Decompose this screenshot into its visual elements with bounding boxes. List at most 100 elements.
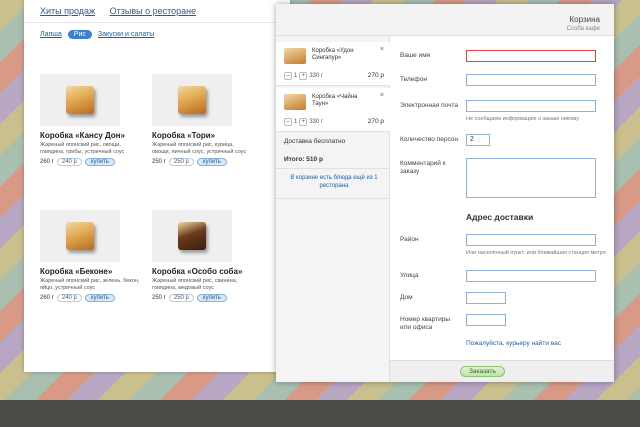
divider	[276, 198, 390, 199]
comment-textarea[interactable]	[466, 158, 596, 198]
cart-item-weight: 330 г	[309, 73, 324, 79]
comment-label: Комментарий к заказу	[400, 160, 446, 175]
order-form: Ваше имя Телефон Электронная почта Не со…	[390, 36, 614, 382]
noodle-box-icon	[284, 48, 306, 64]
quantity-stepper: – 1 + 330 г	[284, 72, 323, 80]
buy-button[interactable]: купить	[196, 294, 228, 302]
nav-link-reviews[interactable]: Отзывы о ресторане	[110, 6, 197, 16]
product-description: Жареный японский рис, овощи, говядина, г…	[40, 142, 125, 155]
product-name[interactable]: Коробка «Беконе»	[40, 267, 150, 276]
buy-row: 250 г 250 р купить	[152, 294, 262, 302]
top-nav: Хиты продаж Отзывы о ресторане	[40, 6, 208, 16]
product-image[interactable]	[40, 74, 120, 126]
filter-salads[interactable]: Закуски и салаты	[98, 31, 154, 38]
modal-title: Корзина	[569, 15, 600, 24]
product-weight: 260 г	[40, 295, 54, 301]
cart-item-name: Коробка «Чайна Таун»	[312, 94, 358, 107]
cart-item-qty: 1	[294, 73, 298, 79]
buy-button[interactable]: купить	[84, 294, 116, 302]
product-card: Коробка «Кансу Дон» Жареный японский рис…	[40, 74, 150, 166]
persons-label: Количество персон	[400, 136, 458, 143]
name-label: Ваше имя	[400, 52, 431, 59]
nav-link-hits[interactable]: Хиты продаж	[40, 6, 95, 16]
product-card: Коробка «Особо соба» Жареный японский ри…	[152, 210, 262, 302]
courier-link[interactable]: Пожалуйста, курьеру найти вас	[466, 340, 561, 347]
product-price: 240 р	[56, 294, 82, 302]
modal-subtitle: Ссоба кафе	[566, 26, 600, 32]
buy-row: 260 г 240 р купить	[40, 158, 150, 166]
delivery-info: Доставка бесплатно	[284, 138, 346, 145]
house-field[interactable]	[466, 292, 506, 304]
filter-noodles[interactable]: Лапша	[40, 31, 62, 38]
product-weight: 260 г	[40, 159, 54, 165]
product-name[interactable]: Коробка «Особо соба»	[152, 267, 262, 276]
product-price: 250 р	[168, 294, 194, 302]
product-image[interactable]	[152, 210, 232, 262]
decrease-button[interactable]: –	[284, 72, 292, 80]
phone-field[interactable]	[466, 74, 596, 86]
product-description: Жареный японский рис, курица, овощи, яич…	[152, 142, 247, 155]
product-name[interactable]: Коробка «Тори»	[152, 131, 262, 140]
cart-item-weight: 330 г	[309, 119, 324, 125]
email-label: Электронная почта	[400, 102, 459, 109]
buy-button[interactable]: купить	[196, 158, 228, 166]
street-label: Улица	[400, 272, 419, 279]
email-hint: Не сообщаем информацию о заказе никому	[466, 116, 580, 122]
product-weight: 250 г	[152, 295, 166, 301]
modal-header: Корзина Ссоба кафе	[276, 4, 614, 36]
apartment-label: Номер квартиры или офиса	[400, 316, 451, 331]
filter-rice[interactable]: Рис	[67, 30, 92, 39]
buy-row: 260 г 240 р купить	[40, 294, 150, 302]
divider	[276, 168, 390, 169]
product-description: Жареный японский рис, свинина, говядина,…	[152, 278, 238, 291]
form-footer: Заказать	[390, 360, 614, 382]
noodle-box-icon	[284, 94, 306, 110]
submit-order-button[interactable]: Заказать	[460, 366, 505, 377]
cart-item-sum: 270 р	[367, 118, 384, 125]
cart-item-sum: 270 р	[367, 72, 384, 79]
city-label: Район	[400, 236, 419, 243]
product-card: Коробка «Тори» Жареный японский рис, кур…	[152, 74, 262, 166]
quantity-stepper: – 1 + 330 г	[284, 118, 323, 126]
buy-row: 250 г 250 р купить	[152, 158, 262, 166]
product-description: Жареный японский рис, зелень, бекон, яйц…	[40, 278, 140, 291]
house-label: Дом	[400, 294, 413, 301]
city-hint: Или населённый пункт, или ближайшая стан…	[466, 250, 606, 256]
product-price: 240 р	[56, 158, 82, 166]
increase-button[interactable]: +	[299, 72, 308, 80]
menu-page: Хиты продаж Отзывы о ресторане Лапша Рис…	[24, 0, 290, 372]
category-filter: Лапша Рис Закуски и салаты	[40, 30, 154, 39]
remove-icon[interactable]: ×	[380, 46, 384, 53]
apartment-field[interactable]	[466, 314, 506, 326]
product-image[interactable]	[40, 210, 120, 262]
buy-button[interactable]: купить	[84, 158, 116, 166]
phone-label: Телефон	[400, 76, 427, 83]
product-name[interactable]: Коробка «Кансу Дон»	[40, 131, 150, 140]
address-section-title: Адрес доставки	[466, 212, 534, 222]
noodle-box-icon	[66, 86, 94, 114]
increase-button[interactable]: +	[299, 118, 308, 126]
street-field[interactable]	[466, 270, 596, 282]
city-field[interactable]	[466, 234, 596, 246]
product-image[interactable]	[152, 74, 232, 126]
divider	[24, 22, 290, 23]
persons-field[interactable]: 2	[466, 134, 490, 146]
product-price: 250 р	[168, 158, 194, 166]
decrease-button[interactable]: –	[284, 118, 292, 126]
cart-panel: Коробка «Удон Сингапур» × – 1 + 330 г 27…	[276, 36, 390, 382]
other-restaurant-note[interactable]: В корзине есть блюда ещё из 1 ресторана	[284, 174, 384, 190]
page-footer-band	[0, 400, 640, 427]
cart-item: Коробка «Чайна Таун» × – 1 + 330 г 270 р	[276, 88, 390, 132]
product-card: Коробка «Беконе» Жареный японский рис, з…	[40, 210, 150, 302]
cart-item-name: Коробка «Удон Сингапур»	[312, 48, 354, 61]
email-field[interactable]	[466, 100, 596, 112]
remove-icon[interactable]: ×	[380, 92, 384, 99]
noodle-box-icon	[66, 222, 94, 250]
cart-total: Итого: 510 р	[284, 156, 323, 163]
product-weight: 250 г	[152, 159, 166, 165]
cart-item: Коробка «Удон Сингапур» × – 1 + 330 г 27…	[276, 42, 390, 86]
cart-item-qty: 1	[294, 119, 298, 125]
name-field[interactable]	[466, 50, 596, 62]
noodle-box-icon	[178, 222, 206, 250]
cart-modal: Корзина Ссоба кафе Коробка «Удон Сингапу…	[276, 4, 614, 382]
